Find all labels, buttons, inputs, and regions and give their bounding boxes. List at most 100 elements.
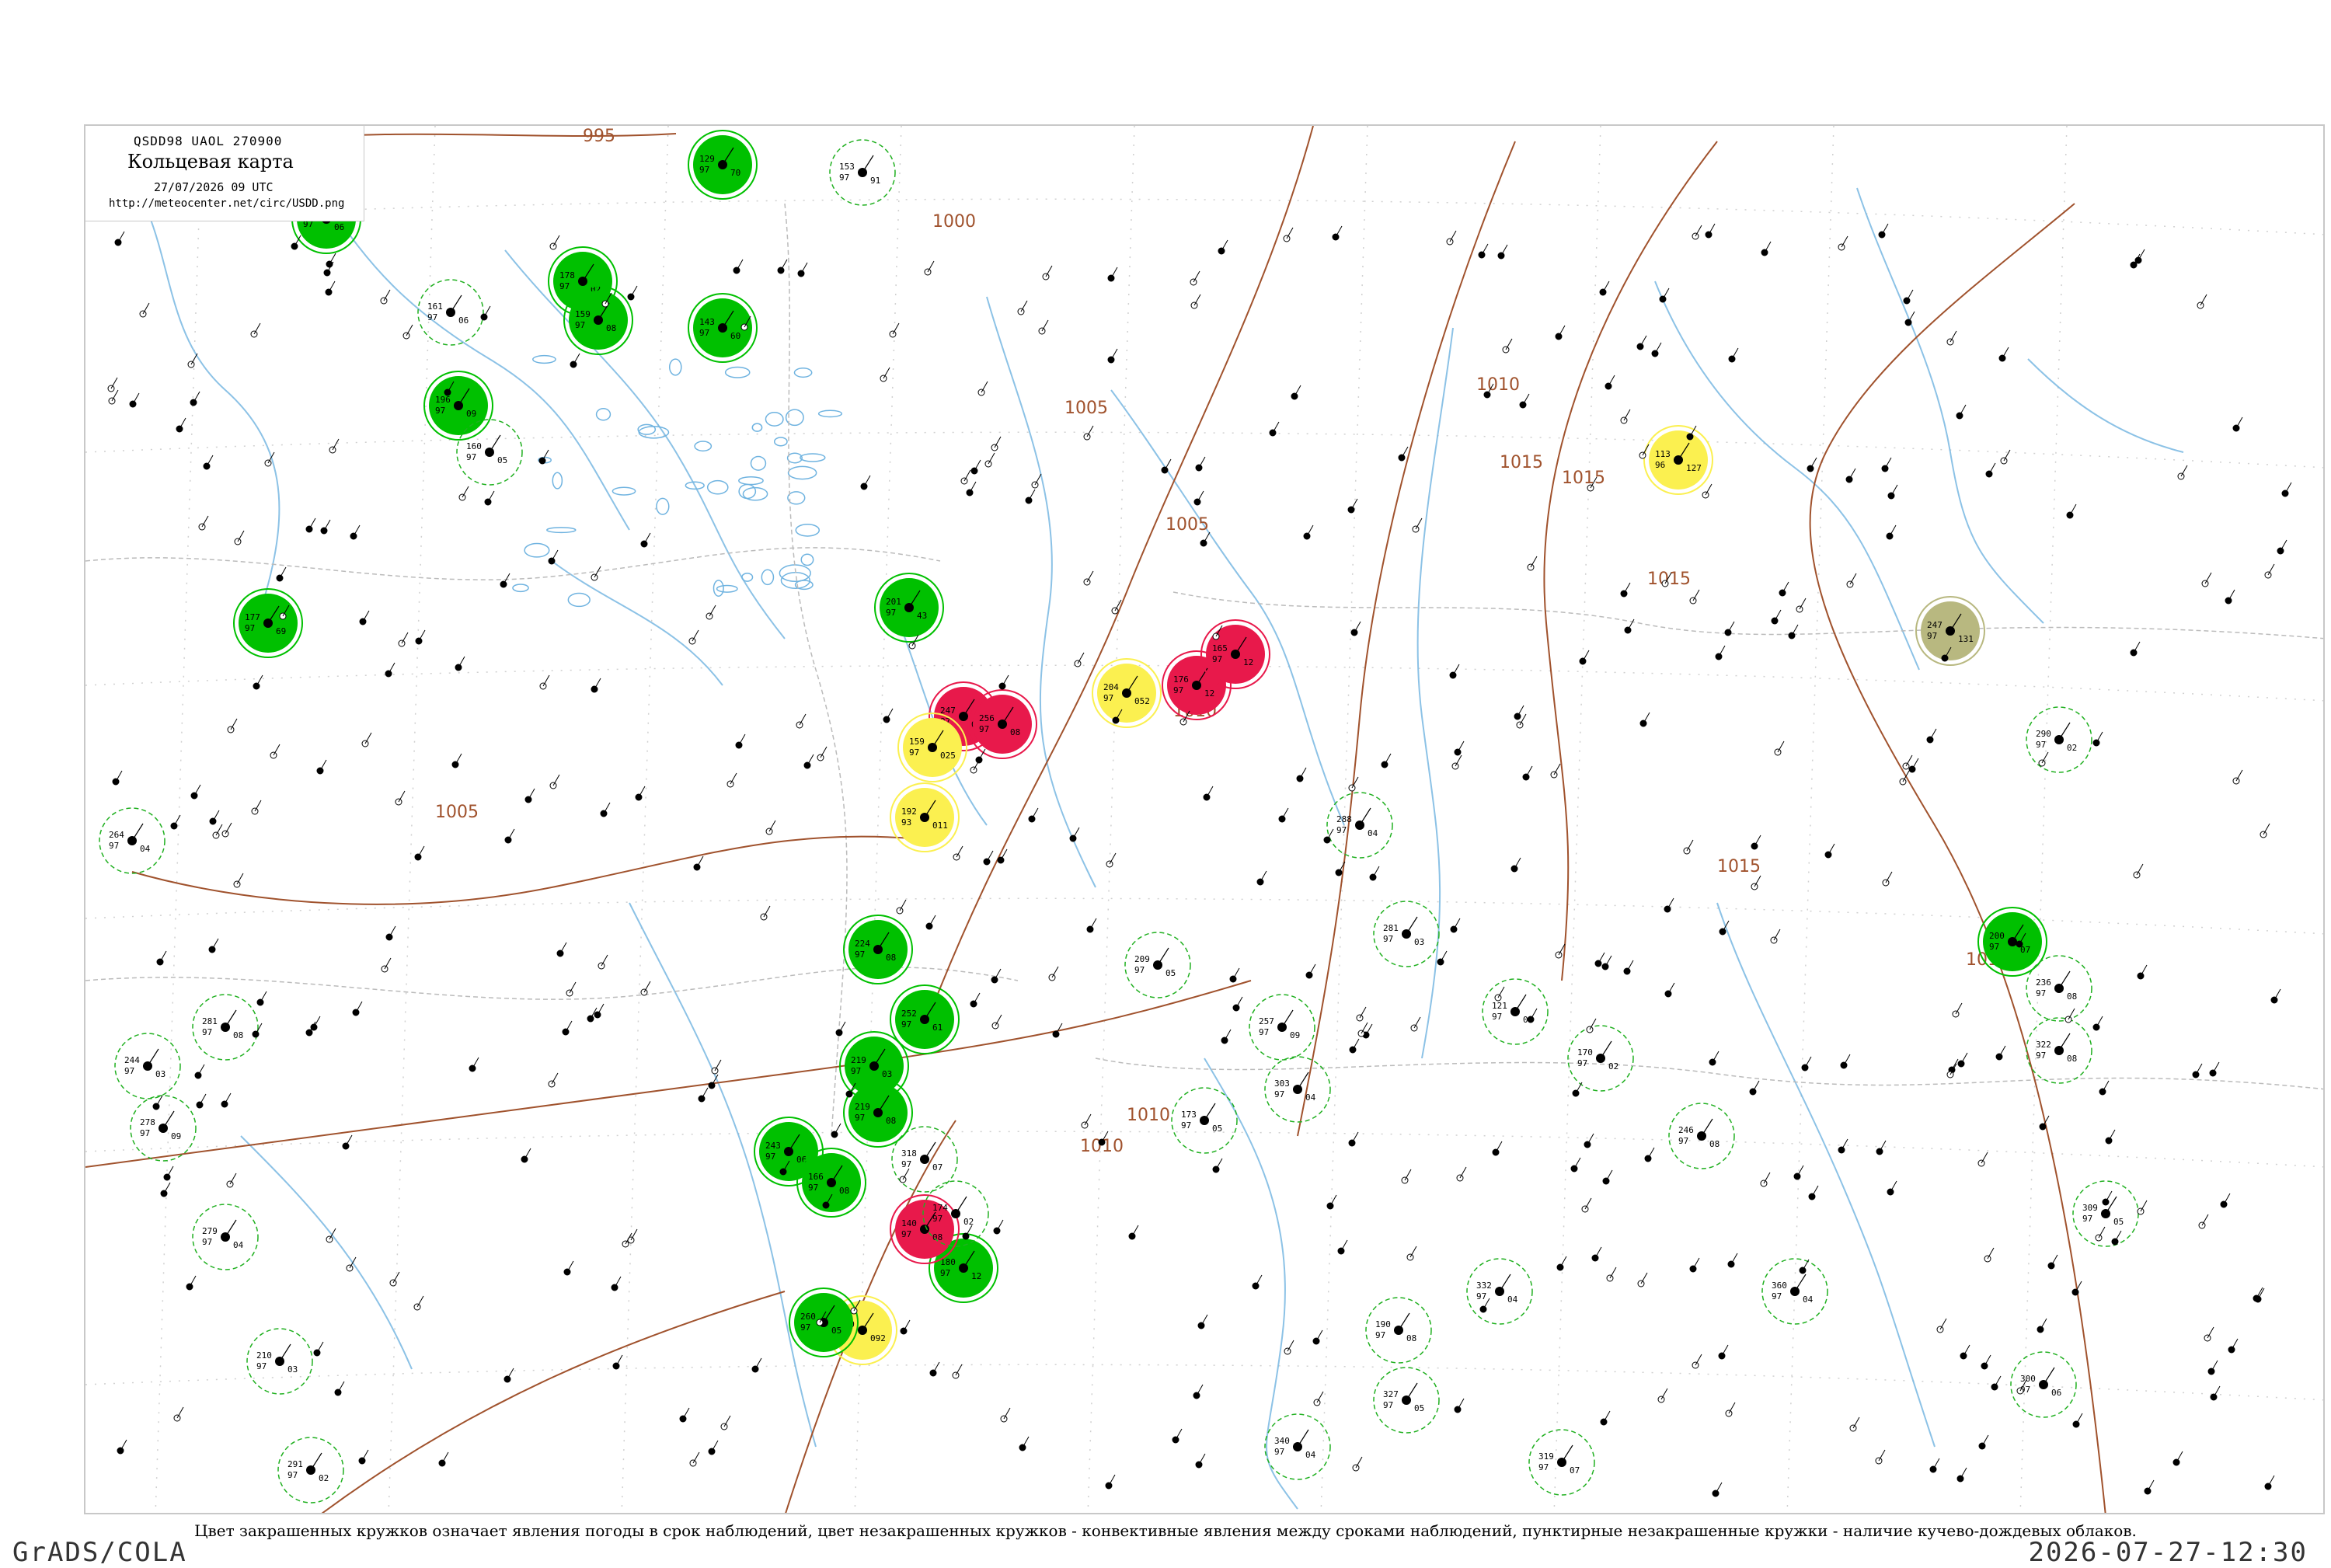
river-line: [116, 156, 280, 624]
minor-station: [1788, 624, 1799, 639]
wind-barb: [1297, 1429, 1309, 1448]
wind-barb: [1764, 241, 1772, 253]
minor-station: [170, 814, 181, 830]
minor-station: [817, 746, 828, 761]
minor-station: [1948, 1058, 1959, 1074]
wind-barb: [2204, 572, 2212, 584]
isobar-line: [131, 835, 941, 905]
minor-station: [689, 1451, 700, 1467]
wind-barb: [800, 262, 808, 274]
wind-barb: [1495, 1141, 1503, 1153]
wind-barb: [565, 1020, 573, 1033]
weather-station: 36097 04: [1761, 1258, 1828, 1325]
minor-station: [1824, 843, 1835, 859]
wind-barb: [1561, 1444, 1573, 1463]
minor-station: [1770, 929, 1781, 944]
wind-barb: [1654, 342, 1662, 354]
wind-barb: [1200, 1314, 1208, 1326]
isobar-line: [1543, 141, 1718, 981]
minor-station: [693, 855, 704, 871]
wind-barb: [552, 235, 560, 247]
wind-barb: [615, 1354, 623, 1367]
minor-station: [1348, 1131, 1359, 1147]
meridian-line: [155, 126, 203, 1513]
wind-barb: [2136, 863, 2144, 876]
graticule: [85, 126, 2323, 1513]
wind-barb: [1608, 375, 1615, 387]
minor-station: [1412, 517, 1423, 533]
wind-barb: [1316, 1391, 1324, 1403]
weather-station: 24797 131: [1915, 596, 1985, 666]
minor-station: [962, 1225, 973, 1240]
minor-station: [1086, 918, 1097, 933]
minor-station: [1881, 457, 1892, 472]
wind-barb: [1401, 446, 1409, 458]
minor-station: [765, 820, 776, 835]
minor-station: [688, 629, 699, 645]
wind-barb: [988, 452, 995, 465]
station-tendency: 052: [1134, 696, 1150, 706]
station-pressure: 300: [2020, 1374, 2036, 1384]
weather-station: 33297 04: [1466, 1258, 1533, 1325]
wind-barb: [1782, 581, 1789, 594]
wind-barb: [1951, 1058, 1959, 1071]
minor-station: [1362, 1023, 1373, 1039]
station-pressure: 278: [140, 1117, 155, 1127]
lake-shape: [595, 408, 611, 421]
river-line: [318, 187, 630, 531]
station-tendency: 06: [458, 315, 469, 326]
minor-station: [1313, 1391, 1324, 1406]
station-value: 97: [1134, 965, 1145, 975]
minor-station: [2137, 964, 2148, 980]
minor-station: [212, 824, 223, 839]
station-pressure: 360: [1772, 1281, 1787, 1291]
wind-barb: [692, 629, 699, 642]
wind-barb: [211, 938, 219, 950]
wind-barb: [551, 549, 559, 562]
wind-barb: [215, 824, 223, 836]
minor-station: [1771, 609, 1782, 625]
weather-station: 25697 08: [967, 689, 1037, 759]
wind-barb: [206, 455, 214, 467]
minor-station: [2000, 449, 2011, 465]
station-value: 97: [1678, 1136, 1688, 1146]
wind-barb: [1777, 740, 1785, 753]
wind-barb: [1594, 1246, 1602, 1259]
minor-station: [2092, 731, 2103, 747]
station-pressure: 319: [1538, 1451, 1554, 1462]
wind-barb: [1811, 1185, 1819, 1197]
minor-station: [1715, 645, 1726, 660]
station-value: 97: [1173, 685, 1183, 695]
minor-station: [1840, 1054, 1851, 1069]
weather-station: 28197 03: [1373, 901, 1440, 967]
wind-barb: [1705, 483, 1713, 496]
station-tendency: 05: [831, 1326, 841, 1336]
lake-shape: [546, 527, 577, 534]
minor-station: [2038, 751, 2049, 767]
station-tendency: 06: [334, 222, 344, 232]
minor-station: [504, 828, 515, 844]
weather-station: 25797 09: [1249, 994, 1315, 1061]
minor-station: [305, 517, 316, 533]
minor-station: [2111, 1230, 2122, 1246]
minor-station: [1406, 1246, 1417, 1261]
wind-barb: [1514, 994, 1527, 1012]
minor-station: [899, 1168, 910, 1183]
wind-barb: [355, 1001, 363, 1013]
lake-shape: [751, 423, 763, 432]
station-value: 97: [855, 950, 865, 960]
minor-station: [2264, 1475, 2275, 1490]
station-tendency: 07: [1570, 1465, 1580, 1476]
minor-station: [1991, 1375, 2002, 1391]
wind-barb: [1022, 1436, 1030, 1448]
minor-station: [1212, 1158, 1223, 1173]
station-tendency: 61: [932, 1023, 943, 1033]
wind-barb: [176, 1406, 184, 1419]
isobar-line: [924, 126, 1314, 1028]
wind-barb: [1286, 227, 1294, 239]
minor-station: [796, 713, 807, 729]
wind-barb: [489, 434, 501, 453]
wind-barb: [2284, 482, 2292, 494]
minor-station: [611, 1276, 622, 1291]
minor-station: [698, 1087, 709, 1103]
